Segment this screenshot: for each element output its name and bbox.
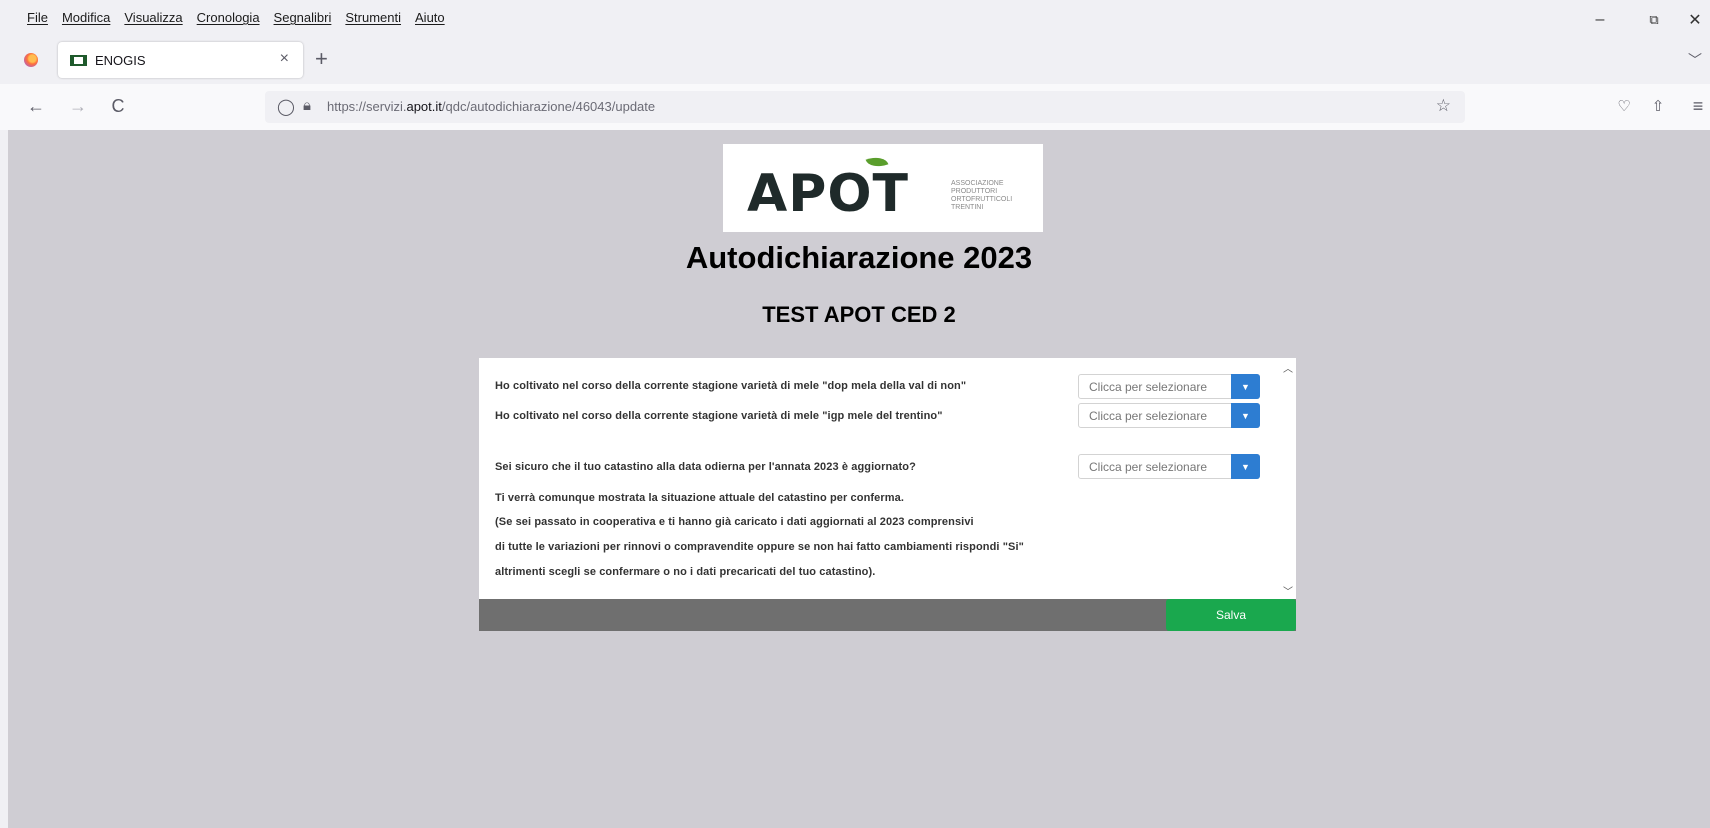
note-line: (Se sei passato in cooperativa e ti hann… [495,516,974,528]
pocket-icon[interactable]: ♡ [1610,92,1638,120]
menu-bar: File Modifica Visualizza Cronologia Segn… [0,0,1710,36]
menu-aiuto[interactable]: Aiuto [415,10,445,25]
menu-hamburger-icon[interactable]: ≡ [1684,92,1710,120]
tab-title: ENOGIS [95,52,146,68]
scroll-down-icon[interactable]: ﹀ [1283,583,1293,598]
navigation-bar: ← → C ◯ 🔒︎ https://servizi.apot.it/qdc/a… [0,84,1710,130]
logo-subtitle-line: PRODUTTORI [951,188,998,195]
restore-button[interactable]: ⧉ [1634,8,1674,32]
bookmark-star-icon[interactable]: ☆ [1436,96,1451,116]
lock-icon[interactable]: 🔒︎ [303,97,311,114]
question-igp: Ho coltivato nel corso della corrente st… [495,410,943,422]
url-prefix: https://servizi. [327,99,407,114]
menu-segnalibri[interactable]: Segnalibri [274,10,332,25]
logo-wordmark: APOT [747,164,910,224]
firefox-icon[interactable] [24,53,38,67]
question-dop: Ho coltivato nel corso della corrente st… [495,380,967,392]
new-tab-button[interactable]: + [315,46,328,72]
question-catastino: Sei sicuro che il tuo catastino alla dat… [495,461,916,473]
menu-modifica[interactable]: Modifica [62,10,110,25]
select-dop[interactable]: Clicca per selezionare ▼ [1078,374,1260,399]
menu-file[interactable]: File [27,10,48,25]
forward-button[interactable]: → [64,92,92,120]
note-line: altrimenti scegli se confermare o no i d… [495,566,876,578]
close-tab-icon[interactable]: × [280,50,289,68]
minimize-button[interactable]: – [1580,8,1620,32]
menu-visualizza[interactable]: Visualizza [124,10,182,25]
url-domain: apot.it [406,99,442,114]
select-placeholder: Clicca per selezionare [1089,409,1208,423]
chevron-down-icon[interactable]: ▼ [1231,374,1260,399]
logo-subtitle-line: ASSOCIAZIONE [951,180,1004,187]
select-placeholder: Clicca per selezionare [1089,460,1208,474]
page-title: Autodichiarazione 2023 [685,240,1033,275]
back-button[interactable]: ← [22,92,50,120]
menu-cronologia[interactable]: Cronologia [197,10,260,25]
tab-strip: ENOGIS × + ﹀ [0,36,1710,84]
note-line: di tutte le variazioni per rinnovi o com… [495,541,1024,553]
page-subtitle: TEST APOT CED 2 [762,302,956,327]
tab-enogis[interactable]: ENOGIS × [58,42,303,78]
shield-icon[interactable]: ◯ [277,97,295,117]
chevron-down-icon[interactable]: ▼ [1231,454,1260,479]
logo-subtitle: ASSOCIAZIONE PRODUTTORI ORTOFRUTTICOLI T… [951,180,1012,212]
form-panel: Ho coltivato nel corso della corrente st… [479,358,1296,600]
menu: File Modifica Visualizza Cronologia Segn… [27,10,445,25]
url-bar[interactable]: ◯ 🔒︎ https://servizi.apot.it/qdc/autodic… [265,91,1465,123]
url-path: /qdc/autodichiarazione/46043/update [441,99,656,114]
reload-button[interactable]: C [104,92,132,120]
enogis-favicon-icon [70,54,87,66]
select-catastino[interactable]: Clicca per selezionare ▼ [1078,454,1260,479]
logo-subtitle-line: TRENTINI [951,204,984,211]
chevron-down-icon[interactable]: ▼ [1231,403,1260,428]
note-line: Ti verrà comunque mostrata la situazione… [495,492,905,504]
scroll-up-icon[interactable]: ︿ [1283,360,1293,375]
url-text[interactable]: https://servizi.apot.it/qdc/autodichiara… [327,99,655,114]
logo-subtitle-line: ORTOFRUTTICOLI [951,196,1013,203]
share-icon[interactable]: ⇧ [1644,92,1672,120]
apot-logo: APOT ASSOCIAZIONE PRODUTTORI ORTOFRUTTIC… [723,144,1043,232]
save-button[interactable]: Salva [1166,599,1296,631]
page-content: APOT ASSOCIAZIONE PRODUTTORI ORTOFRUTTIC… [8,130,1710,828]
chevron-down-icon[interactable]: ﹀ [1688,50,1702,70]
close-window-button[interactable]: ✕ [1680,8,1710,32]
select-igp[interactable]: Clicca per selezionare ▼ [1078,403,1260,428]
select-placeholder: Clicca per selezionare [1089,380,1208,394]
form-footer: Salva [479,599,1296,631]
menu-strumenti[interactable]: Strumenti [345,10,401,25]
